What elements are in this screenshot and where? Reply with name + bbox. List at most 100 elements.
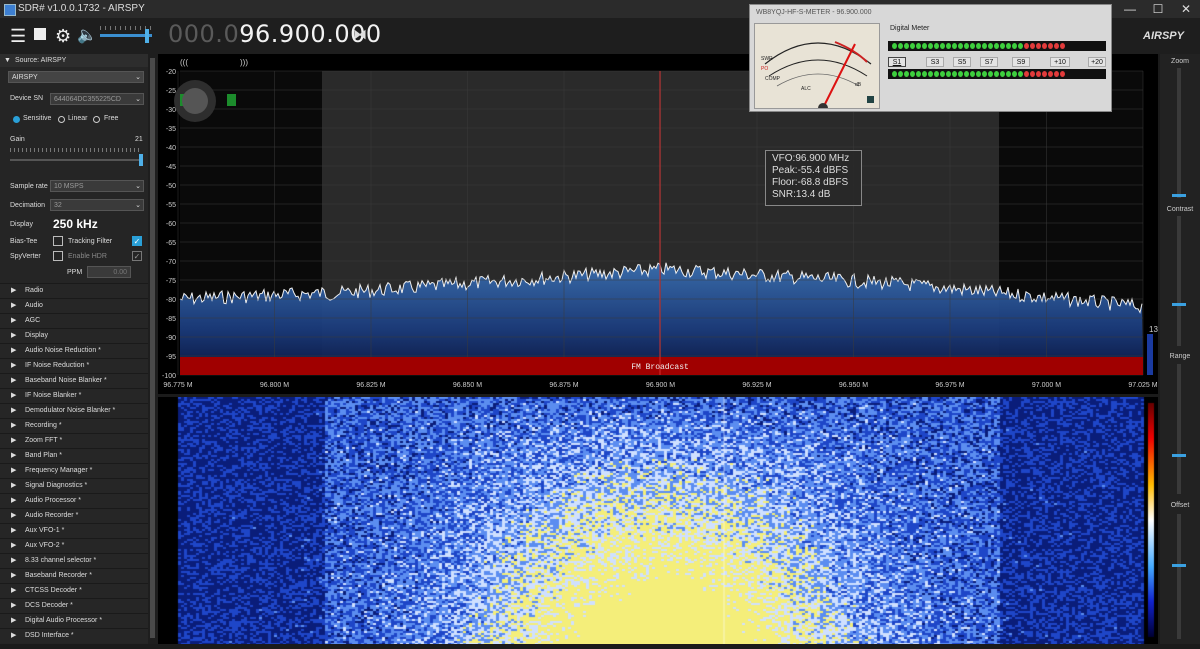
sample-rate-select[interactable]: 10 MSPS ⌄	[50, 180, 144, 192]
y-tick-label: -90	[166, 335, 176, 342]
volume-slider-thumb[interactable]	[145, 29, 149, 43]
gain-slider[interactable]	[10, 159, 142, 161]
plugin-item[interactable]: ▶ Baseband Noise Blanker *	[0, 373, 148, 388]
y-tick-label: -80	[166, 297, 176, 304]
radio-free[interactable]	[93, 116, 100, 123]
range-slider[interactable]	[1177, 364, 1181, 494]
offset-slider[interactable]	[1177, 514, 1181, 639]
s-meter-window[interactable]: WB8YQJ-HF-S-METER - 96.900.000 COMP ALC …	[749, 4, 1112, 112]
zoom-slider-thumb[interactable]	[1172, 194, 1186, 197]
led-dot	[1030, 71, 1035, 77]
led-dot	[976, 71, 981, 77]
floor-level: Floor:-68.8 dBFS	[772, 177, 849, 188]
plugin-label: Audio Recorder *	[25, 512, 79, 519]
chevron-down-icon: ⌄	[135, 202, 141, 209]
speaker-icon[interactable]: 🔈	[77, 26, 97, 46]
plugin-item[interactable]: ▶ Signal Diagnostics *	[0, 478, 148, 493]
ppm-input[interactable]: 0.00	[87, 266, 131, 278]
contrast-slider[interactable]	[1177, 216, 1181, 346]
plugin-item[interactable]: ▶ Baseband Recorder *	[0, 568, 148, 583]
gain-slider-thumb[interactable]	[139, 154, 143, 166]
led-dot	[1060, 71, 1065, 77]
radio-linear[interactable]	[58, 116, 65, 123]
minimize-button[interactable]: —	[1118, 0, 1142, 18]
ppm-label: PPM	[67, 269, 83, 276]
plugin-item[interactable]: ▶ Radio	[0, 283, 148, 298]
led-dot	[1036, 43, 1041, 49]
gear-icon[interactable]: ⚙	[55, 26, 71, 46]
s1-button[interactable]: S1	[888, 57, 906, 67]
plugin-item[interactable]: ▶ Audio Noise Reduction *	[0, 343, 148, 358]
plus10-button[interactable]: +10	[1050, 57, 1070, 67]
led-dot	[1054, 43, 1059, 49]
plugin-item[interactable]: ▶ CTCSS Decoder *	[0, 583, 148, 598]
plugin-item[interactable]: ▶ Recording *	[0, 418, 148, 433]
peak-level: Peak:-55.4 dBFS	[772, 165, 849, 176]
plugin-item[interactable]: ▶ Aux VFO-2 *	[0, 538, 148, 553]
s7-button[interactable]: S7	[980, 57, 998, 67]
sidebar-scrollbar-thumb[interactable]	[150, 58, 155, 638]
hamburger-icon[interactable]: ☰	[10, 26, 26, 46]
frequency-leading-digits[interactable]: 000.0	[168, 20, 239, 48]
tuning-mode-icon[interactable]: ⧓	[353, 26, 367, 43]
s9-button[interactable]: S9	[1012, 57, 1030, 67]
device-select[interactable]: AIRSPY ⌄	[8, 71, 144, 83]
knob-center	[182, 88, 208, 114]
bias-tee-checkbox[interactable]	[53, 236, 63, 246]
led-dot	[988, 71, 993, 77]
plugin-item[interactable]: ▶ DCS Decoder *	[0, 598, 148, 613]
plugin-label: Baseband Noise Blanker *	[25, 377, 107, 384]
plugin-label: Audio Processor *	[25, 497, 82, 504]
plugin-item[interactable]: ▶ Aux VFO-1 *	[0, 523, 148, 538]
spyverter-checkbox[interactable]	[53, 251, 63, 261]
snr-value: SNR:13.4 dB	[772, 189, 831, 200]
plus20-button[interactable]: +20	[1088, 57, 1106, 67]
stop-icon[interactable]	[34, 28, 46, 40]
waterfall-canvas[interactable]	[158, 397, 1158, 644]
led-dot	[1030, 43, 1035, 49]
plugin-item[interactable]: ▶ Digital Audio Processor *	[0, 613, 148, 628]
plugin-item[interactable]: ▶ Band Plan *	[0, 448, 148, 463]
led-dot	[970, 71, 975, 77]
digital-meter-title: Digital Meter	[890, 25, 930, 32]
chevron-down-icon: ⌄	[135, 183, 141, 190]
device-sn-select[interactable]: 644064DC355225CD ⌄	[50, 93, 144, 105]
contrast-slider-thumb[interactable]	[1172, 303, 1186, 306]
device-sn-label: Device SN	[10, 95, 44, 102]
plugin-item[interactable]: ▶ AGC	[0, 313, 148, 328]
decimation-select[interactable]: 32 ⌄	[50, 199, 144, 211]
offset-slider-thumb[interactable]	[1172, 564, 1186, 567]
plugin-item[interactable]: ▶ Demodulator Noise Blanker *	[0, 403, 148, 418]
plugin-item[interactable]: ▶ Audio Processor *	[0, 493, 148, 508]
plugin-item[interactable]: ▶ DSD Interface *	[0, 628, 148, 643]
waterfall-panel[interactable]	[158, 397, 1158, 644]
plugin-item[interactable]: ▶ Audio Recorder *	[0, 508, 148, 523]
source-header[interactable]: ▼ Source: AIRSPY	[0, 54, 148, 67]
maximize-button[interactable]: ☐	[1146, 0, 1170, 18]
x-tick-label: 96.975 M	[935, 382, 964, 389]
x-tick-label: 96.825 M	[356, 382, 385, 389]
frequency-display[interactable]: 000.096.900.000	[168, 20, 382, 48]
enable-hdr-checkbox[interactable]: ✓	[132, 251, 142, 261]
s3-button[interactable]: S3	[926, 57, 944, 67]
plugin-item[interactable]: ▶ 8.33 channel selector *	[0, 553, 148, 568]
s5-button[interactable]: S5	[953, 57, 971, 67]
plugin-item[interactable]: ▶ IF Noise Blanker *	[0, 388, 148, 403]
led-dot	[892, 71, 897, 77]
plugin-item[interactable]: ▶ Frequency Manager *	[0, 463, 148, 478]
sidebar-scrollbar[interactable]	[148, 54, 158, 644]
dial-swr-label: SWR	[761, 56, 773, 62]
plugin-item[interactable]: ▶ IF Noise Reduction *	[0, 358, 148, 373]
zoom-label: Zoom	[1171, 58, 1189, 65]
plugin-item[interactable]: ▶ Zoom FFT *	[0, 433, 148, 448]
plugin-label: DCS Decoder *	[25, 602, 73, 609]
zoom-slider[interactable]	[1177, 68, 1181, 198]
plugin-item[interactable]: ▶ Audio	[0, 298, 148, 313]
range-slider-thumb[interactable]	[1172, 454, 1186, 457]
s-meter-title: WB8YQJ-HF-S-METER - 96.900.000	[756, 9, 872, 16]
close-button[interactable]: ✕	[1174, 0, 1198, 18]
plugin-item[interactable]: ▶ Display	[0, 328, 148, 343]
tracking-filter-checkbox[interactable]: ✓	[132, 236, 142, 246]
device-sn-value: 644064DC355225CD	[54, 96, 121, 103]
radio-sensitive[interactable]	[13, 116, 20, 123]
